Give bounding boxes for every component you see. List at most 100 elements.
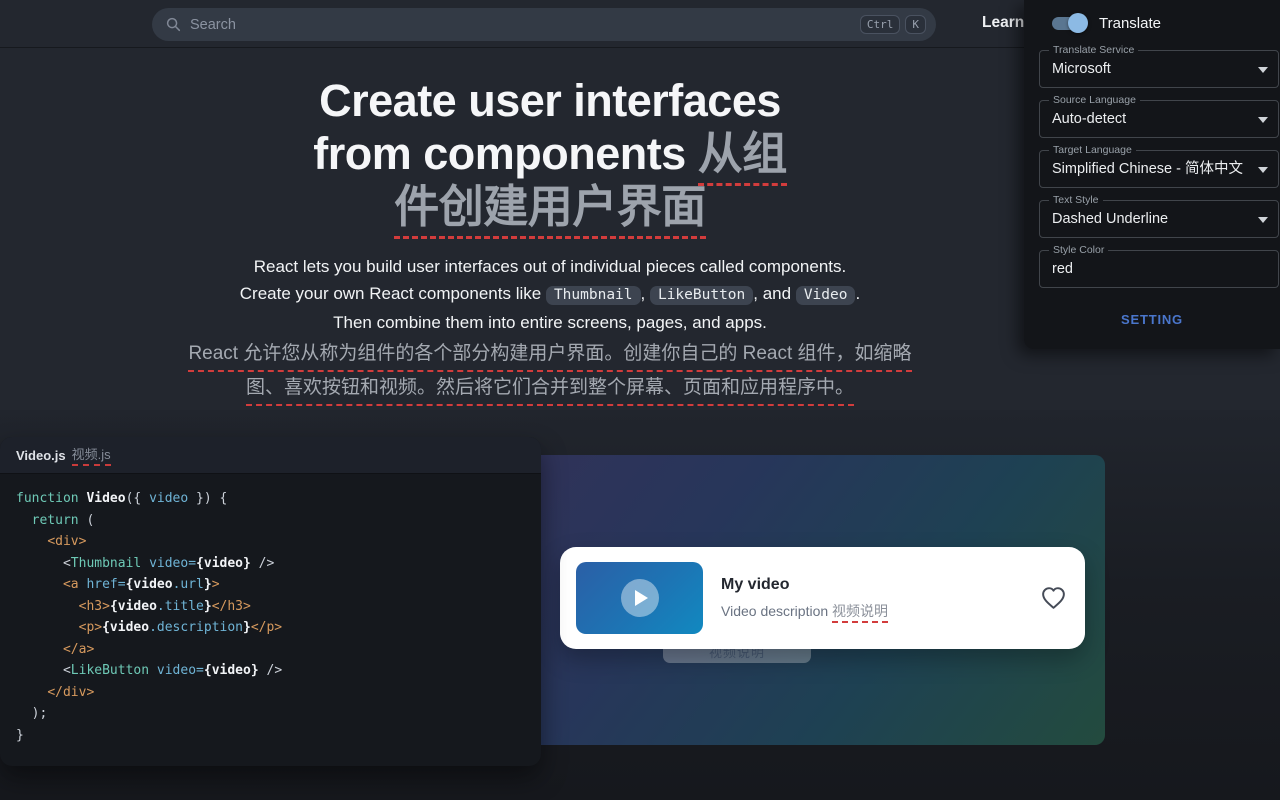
code-token: .description — [149, 620, 243, 635]
video-title: My video — [721, 576, 888, 594]
code-token: /> — [251, 556, 274, 571]
translate-toggle-switch[interactable] — [1052, 17, 1084, 30]
code-token: .title — [157, 599, 204, 614]
code-line: <Thumbnail video={video} /> — [16, 553, 541, 575]
code-token: } — [204, 577, 212, 592]
code-token — [16, 534, 47, 549]
hero-line2-chinese-translation: 从组 — [698, 128, 787, 186]
intro-line2: Create your own React components like Th… — [0, 280, 1100, 309]
field-value: Simplified Chinese - 简体中文 — [1052, 151, 1243, 188]
field-value: Dashed Underline — [1052, 201, 1168, 238]
chevron-down-icon — [1258, 117, 1268, 123]
code-token: video — [149, 491, 188, 506]
code-token: </p> — [251, 620, 282, 635]
select-text-style[interactable]: Text Style Dashed Underline — [1039, 200, 1279, 238]
play-icon — [635, 590, 648, 606]
field-value: Microsoft — [1052, 51, 1111, 88]
play-button[interactable] — [621, 579, 659, 617]
video-description-chinese-translation: 视频说明 — [832, 603, 888, 623]
heart-icon — [1040, 586, 1067, 610]
code-token: video= — [157, 663, 204, 678]
code-editor-panel: Video.js 视频.js function Video({ video })… — [0, 437, 541, 766]
nav-link-learn[interactable]: Learn — [982, 14, 1024, 32]
code-token: <a — [63, 577, 79, 592]
code-token: Video — [86, 491, 125, 506]
code-token: LikeButton — [71, 663, 149, 678]
code-token: < — [16, 663, 71, 678]
code-token: </h3> — [212, 599, 251, 614]
code-line: <p>{video.description}</p> — [16, 617, 541, 639]
hero-line3-chinese-translation: 件创建用户界面 — [394, 181, 706, 239]
code-token: <h3> — [79, 599, 110, 614]
translate-toggle-label: Translate — [1099, 15, 1161, 32]
code-line: <LikeButton video={video} /> — [16, 660, 541, 682]
video-card[interactable]: My video Video description 视频说明 — [560, 547, 1085, 649]
translate-toggle-row: Translate — [1052, 12, 1161, 34]
select-translate-service[interactable]: Translate Service Microsoft — [1039, 50, 1279, 88]
video-thumbnail[interactable] — [576, 562, 703, 634]
code-editor-content[interactable]: function Video({ video }) { return ( <di… — [0, 474, 541, 746]
page: Ctrl K Learn Create user interfaces from… — [0, 0, 1280, 800]
kbd-k: K — [905, 15, 926, 34]
code-line: </a> — [16, 639, 541, 661]
intro-line2-text: Create your own React components like — [240, 284, 546, 303]
code-token: } — [16, 728, 24, 743]
code-line: <h3>{video.title}</h3> — [16, 596, 541, 618]
code-token — [149, 663, 157, 678]
code-token — [16, 685, 47, 700]
code-tab-filename[interactable]: Video.js — [16, 448, 66, 463]
field-value: Auto-detect — [1052, 101, 1126, 138]
code-token: .url — [173, 577, 204, 592]
search-bar[interactable]: Ctrl K — [152, 8, 936, 41]
intro-chinese-translation: React 允许您从称为组件的各个部分构建用户界面。创建你自己的 React 组… — [0, 339, 1100, 407]
code-token: function — [16, 491, 86, 506]
code-line: ); — [16, 703, 541, 725]
code-token: < — [16, 556, 71, 571]
code-line: </div> — [16, 682, 541, 704]
code-line: <a href={video.url}> — [16, 574, 541, 596]
code-tab-filename-chinese-translation: 视频.js — [72, 444, 111, 466]
video-description-english: Video description — [721, 603, 832, 619]
code-line: <div> — [16, 531, 541, 553]
code-token: ); — [16, 706, 47, 721]
intro-separator2: , and — [753, 284, 796, 303]
code-token — [141, 556, 149, 571]
code-token: <p> — [79, 620, 102, 635]
intro-line2-period: . — [855, 284, 860, 303]
code-line: return ( — [16, 510, 541, 532]
code-token: {video — [102, 620, 149, 635]
code-line: function Video({ video }) { — [16, 488, 541, 510]
code-token — [16, 620, 79, 635]
code-token: }) { — [188, 491, 227, 506]
input-style-color[interactable]: Style Color red — [1039, 250, 1279, 288]
chevron-down-icon — [1258, 167, 1268, 173]
code-token: ({ — [126, 491, 149, 506]
code-token: video= — [149, 556, 196, 571]
code-token: > — [212, 577, 220, 592]
code-token: } — [204, 599, 212, 614]
code-token: </div> — [47, 685, 94, 700]
chevron-down-icon — [1258, 217, 1268, 223]
code-token: {video — [110, 599, 157, 614]
code-token: /> — [259, 663, 282, 678]
intro-separator1: , — [641, 284, 650, 303]
video-description: Video description 视频说明 — [721, 601, 888, 621]
code-chip-thumbnail: Thumbnail — [546, 286, 641, 305]
code-chip-video: Video — [796, 286, 856, 305]
video-card-text: My video Video description 视频说明 — [721, 576, 888, 621]
hero-line2-english: from components — [313, 128, 698, 179]
kbd-ctrl: Ctrl — [860, 15, 901, 34]
code-token — [16, 513, 32, 528]
code-token: href= — [86, 577, 125, 592]
select-source-language[interactable]: Source Language Auto-detect — [1039, 100, 1279, 138]
code-token: {video} — [196, 556, 251, 571]
search-input[interactable] — [190, 17, 855, 33]
like-button[interactable] — [1040, 586, 1067, 610]
intro-paragraph: React lets you build user interfaces out… — [0, 253, 1100, 336]
code-token: <div> — [47, 534, 86, 549]
field-value: red — [1052, 251, 1073, 288]
hero-line1: Create user interfaces — [319, 75, 781, 126]
setting-link[interactable]: SETTING — [1024, 312, 1280, 327]
select-target-language[interactable]: Target Language Simplified Chinese - 简体中… — [1039, 150, 1279, 188]
code-token — [16, 599, 79, 614]
